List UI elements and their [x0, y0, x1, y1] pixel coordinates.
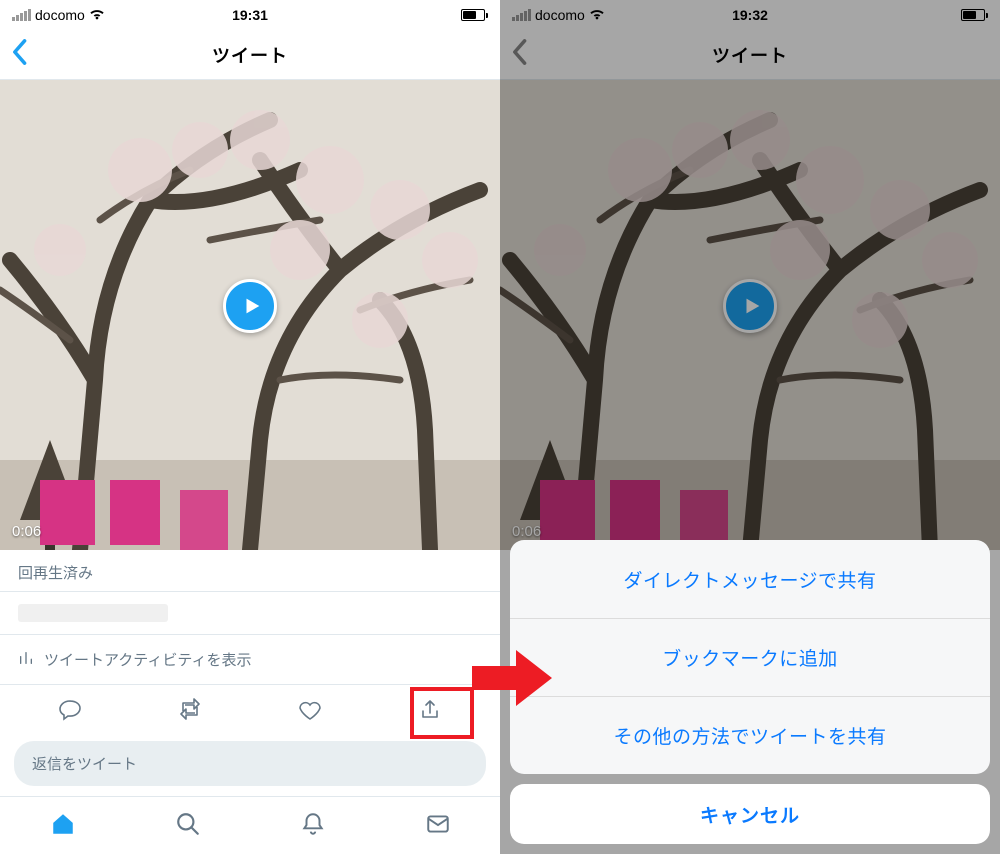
reply-placeholder: 返信をツイート — [32, 756, 137, 773]
like-button[interactable] — [297, 697, 323, 723]
views-label: 回再生済み — [0, 550, 500, 591]
wifi-icon — [89, 7, 105, 23]
reply-input[interactable]: 返信をツイート — [14, 741, 486, 786]
sheet-cancel[interactable]: キャンセル — [510, 784, 990, 844]
clock: 19:31 — [232, 7, 268, 23]
analytics-icon — [18, 650, 34, 670]
status-bar: docomo 19:31 — [0, 0, 500, 30]
nav-header: ツイート — [0, 30, 500, 80]
signal-icon — [12, 9, 31, 21]
sheet-share-dm[interactable]: ダイレクトメッセージで共有 — [510, 540, 990, 618]
action-sheet: ダイレクトメッセージで共有 ブックマークに追加 その他の方法でツイートを共有 キ… — [500, 540, 1000, 854]
tweet-actions — [0, 685, 500, 735]
tab-notifications[interactable] — [299, 810, 327, 838]
reply-button[interactable] — [57, 697, 83, 723]
redacted-text — [18, 604, 168, 622]
carrier-label: docomo — [35, 7, 85, 23]
annotation-arrow-icon — [472, 650, 552, 711]
phone-left: docomo 19:31 ツイート — [0, 0, 500, 854]
activity-label: ツイートアクティビティを表示 — [44, 649, 251, 670]
divider — [0, 591, 500, 592]
sheet-share-other[interactable]: その他の方法でツイートを共有 — [510, 696, 990, 774]
tab-home[interactable] — [49, 810, 77, 838]
tweet-video[interactable]: 0:06 — [0, 80, 500, 550]
battery-icon — [461, 9, 488, 21]
page-title: ツイート — [212, 42, 288, 68]
back-button[interactable] — [10, 38, 28, 71]
tab-messages[interactable] — [424, 810, 452, 838]
retweet-button[interactable] — [177, 697, 203, 723]
tab-search[interactable] — [174, 810, 202, 838]
share-highlight-box — [410, 687, 474, 739]
tab-bar — [0, 796, 500, 850]
video-duration: 0:06 — [12, 523, 41, 540]
play-button[interactable] — [223, 279, 277, 333]
sheet-add-bookmark[interactable]: ブックマークに追加 — [510, 618, 990, 696]
tweet-activity-link[interactable]: ツイートアクティビティを表示 — [0, 634, 500, 685]
phone-right: docomo 19:32 ツイート — [500, 0, 1000, 854]
